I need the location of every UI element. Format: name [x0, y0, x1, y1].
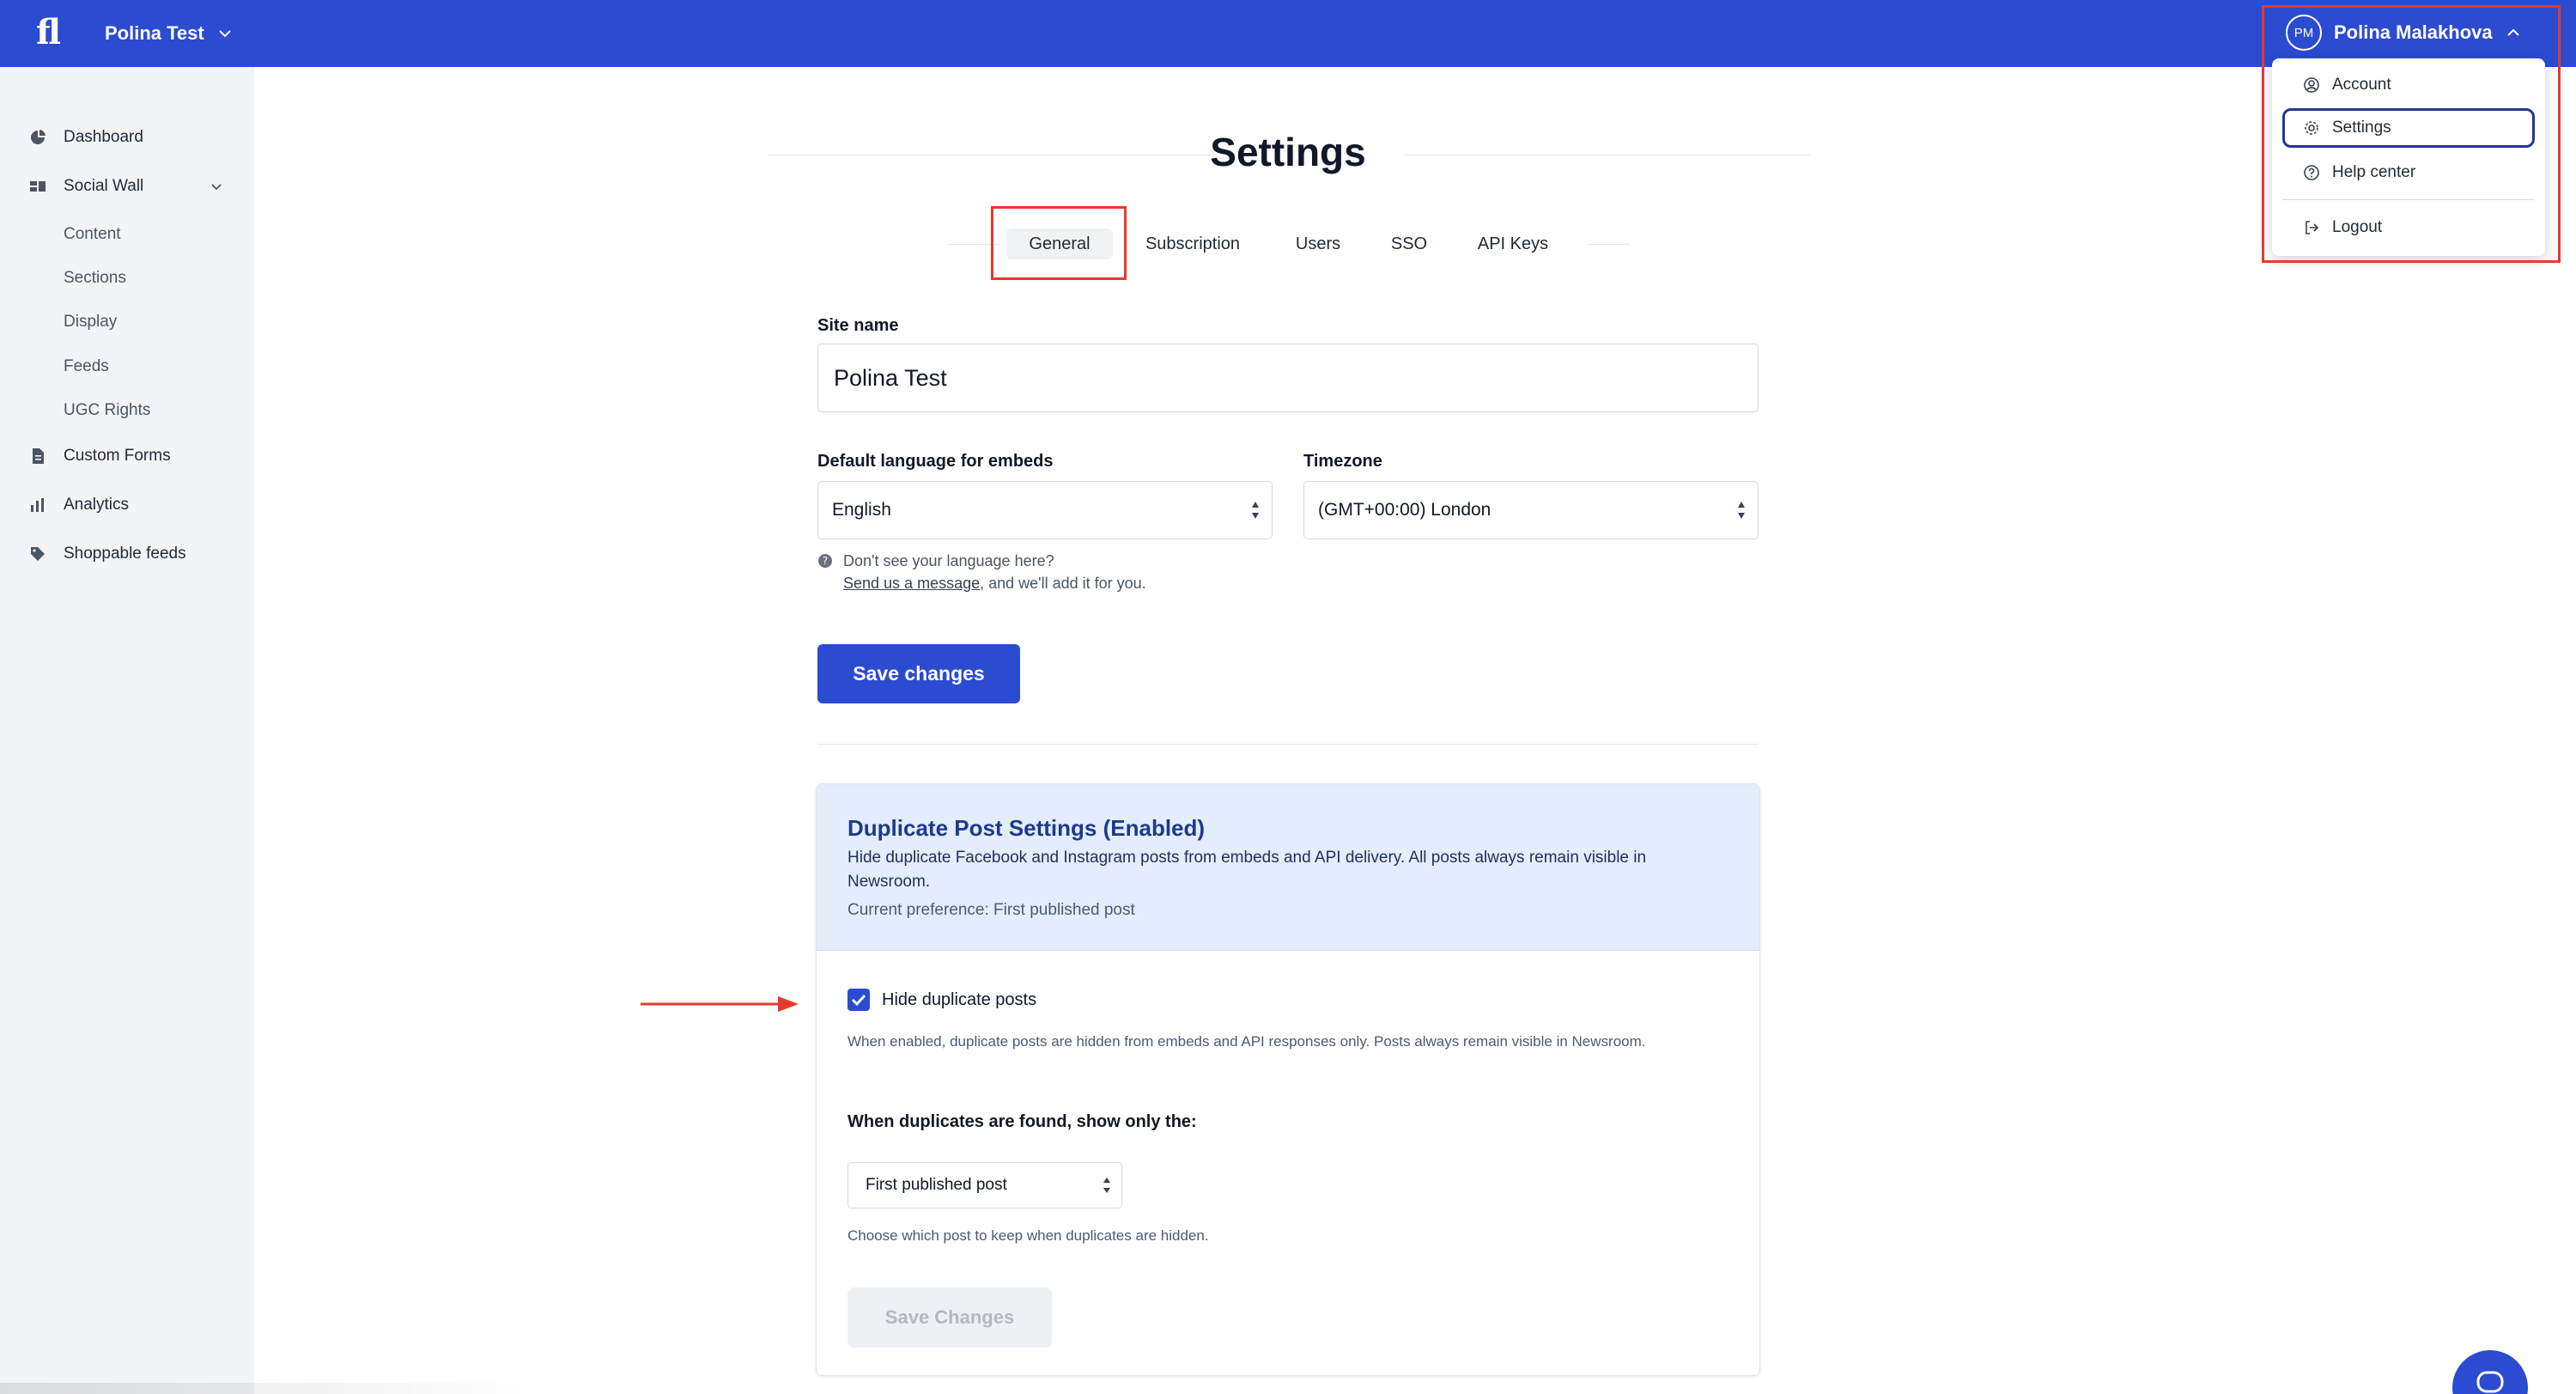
- chat-widget-button[interactable]: [2452, 1350, 2528, 1394]
- sidebar-item-label: Social Wall: [64, 177, 144, 195]
- bar-chart-icon: [31, 498, 44, 512]
- annotation-box: [2262, 5, 2561, 263]
- check-icon: [851, 994, 866, 1007]
- top-bar: fl Polina Test PM Polina Malakhova: [0, 0, 2576, 67]
- bottom-shadow: [0, 1383, 550, 1394]
- site-name-label: Site name: [817, 316, 899, 335]
- duplicate-card-title: Duplicate Post Settings (Enabled): [848, 815, 1206, 841]
- timezone-select[interactable]: (GMT+00:00) London: [1303, 481, 1759, 539]
- language-select[interactable]: English: [817, 481, 1273, 539]
- site-name: Polina Test: [105, 22, 204, 44]
- sidebar-item-display[interactable]: Display: [64, 309, 117, 335]
- duplicate-card-description: Hide duplicate Facebook and Instagram po…: [848, 849, 1647, 891]
- language-label: Default language for embeds: [817, 452, 1054, 471]
- select-arrows-icon: [1252, 502, 1259, 519]
- site-name-input[interactable]: Polina Test: [817, 344, 1759, 412]
- annotation-arrow: [641, 996, 799, 1012]
- send-message-link[interactable]: Send us a message: [843, 575, 980, 592]
- tag-icon: [31, 547, 45, 561]
- hint-line-2: Send us a message, and we'll add it for …: [843, 572, 1146, 594]
- form-icon: [33, 448, 44, 464]
- tab-api-keys[interactable]: API Keys: [1465, 228, 1561, 259]
- question-icon: ?: [818, 554, 832, 568]
- sidebar-item-social-wall[interactable]: Social Wall: [29, 172, 143, 201]
- tab-subscription[interactable]: Subscription: [1132, 228, 1254, 259]
- sidebar-item-dashboard[interactable]: Dashboard: [29, 123, 143, 152]
- chevron-down-icon[interactable]: [208, 179, 225, 196]
- save-changes-button[interactable]: Save changes: [817, 644, 1020, 703]
- duplicate-preference-select[interactable]: First published post: [848, 1162, 1122, 1208]
- sidebar-item-custom-forms[interactable]: Custom Forms: [29, 441, 171, 471]
- chevron-down-icon: [219, 30, 231, 38]
- sidebar-item-label: Analytics: [64, 496, 130, 514]
- timezone-label: Timezone: [1303, 452, 1382, 471]
- chat-icon: [2476, 1371, 2504, 1393]
- sidebar-item-analytics[interactable]: Analytics: [29, 490, 129, 520]
- annotation-box: [991, 206, 1127, 280]
- sidebar: Dashboard Social Wall Content Sections D…: [0, 67, 254, 1394]
- duplicate-card-header: Duplicate Post Settings (Enabled) Hide d…: [817, 784, 1759, 951]
- hint-text: Don't see your language here?: [843, 552, 1054, 569]
- svg-text:?: ?: [823, 555, 828, 567]
- tab-sso[interactable]: SSO: [1377, 228, 1441, 259]
- sidebar-item-shoppable-feeds[interactable]: Shoppable feeds: [29, 539, 186, 569]
- language-value: English: [832, 500, 891, 520]
- current-preference: Current preference: First published post: [848, 901, 1135, 919]
- sidebar-item-content[interactable]: Content: [64, 222, 121, 247]
- tab-divider-right: [1589, 244, 1630, 245]
- sidebar-item-label: Dashboard: [64, 128, 143, 146]
- site-switcher[interactable]: Polina Test: [105, 17, 234, 50]
- timezone-value: (GMT+00:00) London: [1318, 500, 1492, 520]
- social-wall-icon: [30, 181, 46, 192]
- page-title: Settings: [1210, 130, 1366, 174]
- duplicate-preference-help: Choose which post to keep when duplicate…: [848, 1227, 1209, 1244]
- sidebar-item-ugc-rights[interactable]: UGC Rights: [64, 398, 150, 423]
- section-divider: [817, 744, 1759, 745]
- hide-duplicates-help: When enabled, duplicate posts are hidden…: [848, 1033, 1646, 1050]
- dashboard-icon: [31, 130, 46, 144]
- duplicate-post-card: Duplicate Post Settings (Enabled) Hide d…: [816, 783, 1760, 1376]
- hide-duplicates-label: Hide duplicate posts: [882, 990, 1037, 1009]
- tab-users[interactable]: Users: [1279, 228, 1357, 259]
- app-logo[interactable]: fl: [36, 14, 70, 52]
- sidebar-item-sections[interactable]: Sections: [64, 265, 126, 291]
- hint-rest-text: , and we'll add it for you.: [980, 575, 1146, 592]
- select-arrows-icon: [1103, 1178, 1110, 1193]
- save-duplicate-settings-button[interactable]: Save Changes: [848, 1287, 1052, 1348]
- sidebar-item-feeds[interactable]: Feeds: [64, 354, 109, 380]
- hide-duplicates-checkbox[interactable]: [848, 989, 870, 1011]
- sidebar-item-label: Custom Forms: [64, 447, 171, 465]
- sidebar-item-label: Shoppable feeds: [64, 545, 186, 563]
- select-arrows-icon: [1738, 502, 1745, 519]
- show-only-label: When duplicates are found, show only the…: [848, 1112, 1197, 1131]
- duplicate-preference-value: First published post: [866, 1176, 1007, 1194]
